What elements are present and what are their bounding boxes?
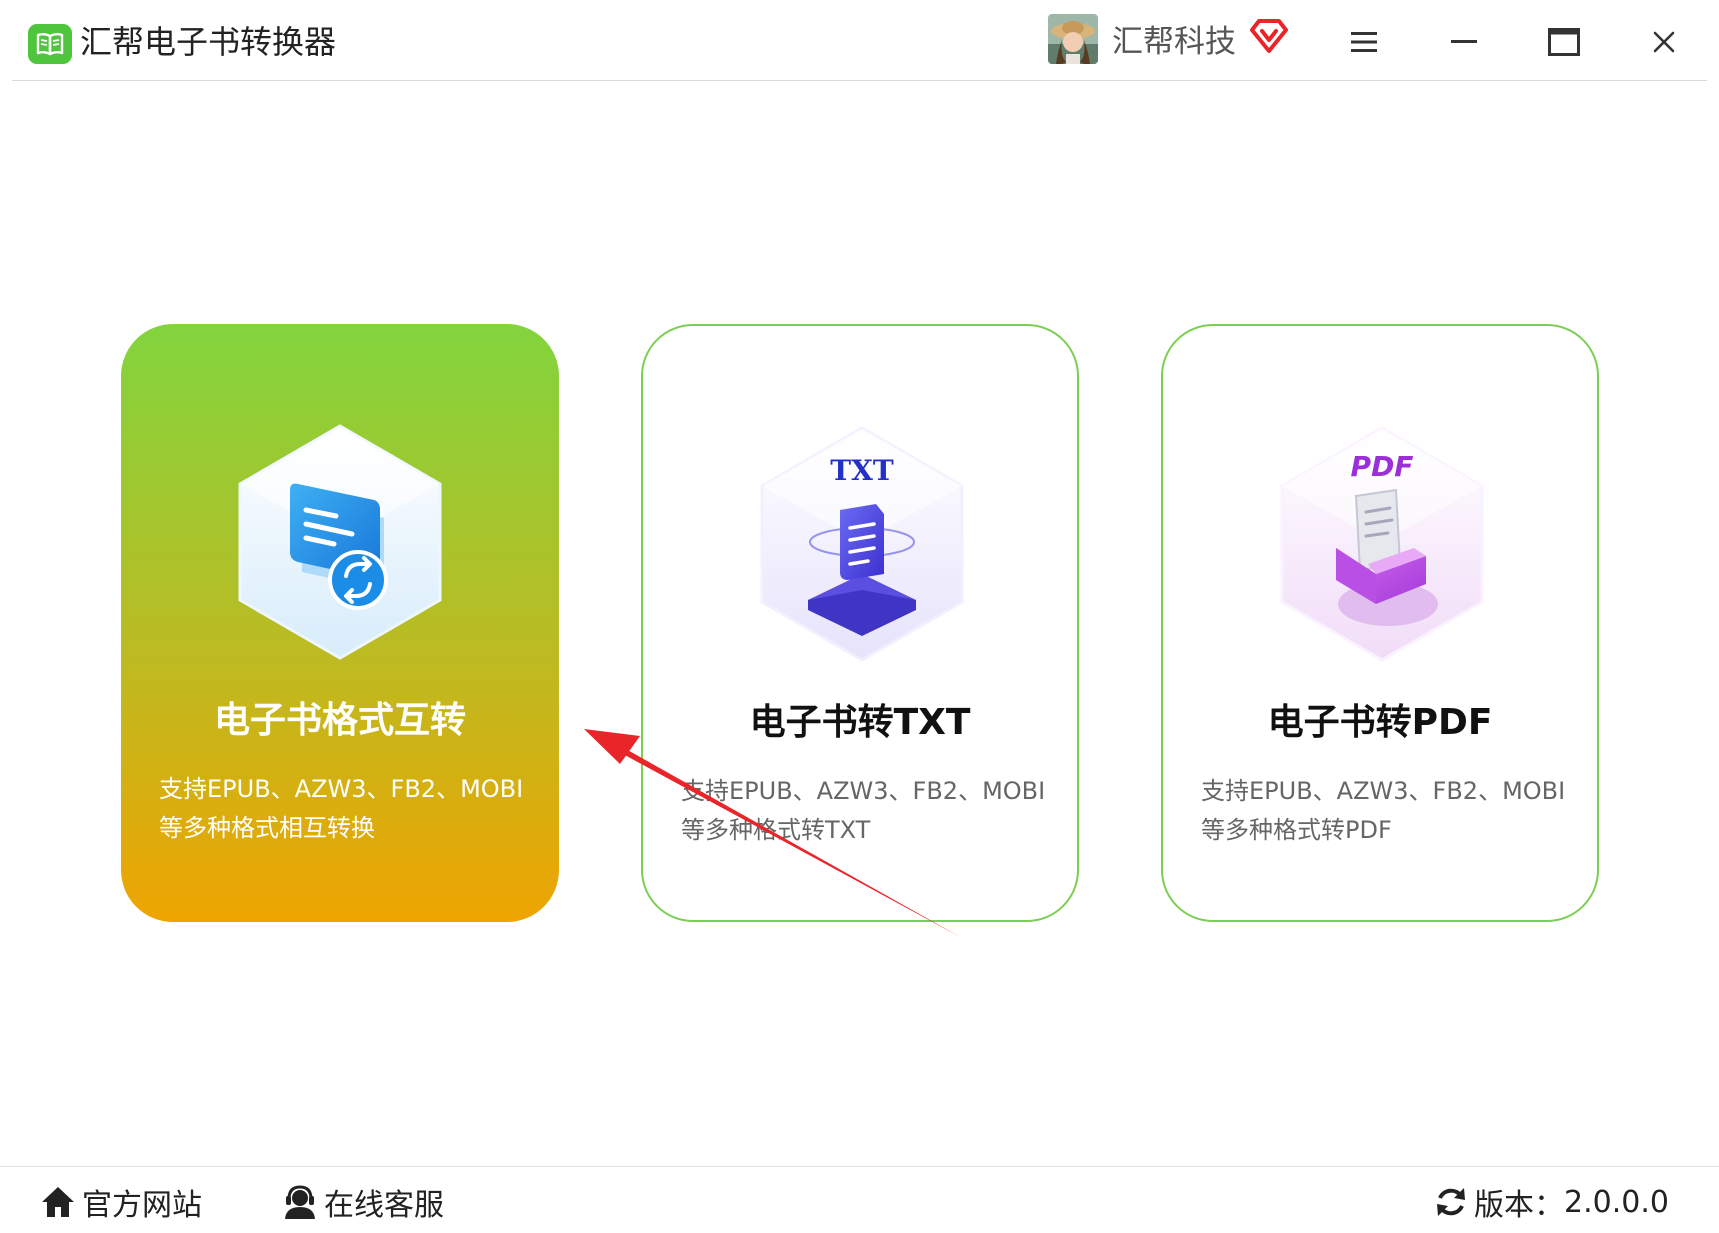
online-support-label: 在线客服 bbox=[324, 1188, 444, 1223]
title-divider bbox=[12, 80, 1707, 81]
refresh-icon[interactable] bbox=[1434, 1185, 1468, 1219]
card-desc-line: 支持EPUB、AZW3、FB2、MOBI bbox=[159, 775, 524, 803]
version-value: 2.0.0.0 bbox=[1564, 1184, 1669, 1220]
card-to-pdf[interactable]: PDF 电子书转PDF 支持EPUB、AZW3、FB2、MOBI 等多种格式转P… bbox=[1161, 324, 1599, 922]
headset-user-icon bbox=[285, 1185, 315, 1219]
online-support-link[interactable]: 在线客服 bbox=[282, 1178, 444, 1226]
diamond-vip-icon[interactable] bbox=[1250, 18, 1288, 54]
txt-document-icon: TXT bbox=[756, 424, 968, 664]
version-label: 版本： bbox=[1474, 1188, 1565, 1223]
app-title: 汇帮电子书转换器 bbox=[80, 23, 337, 61]
card-format-convert[interactable]: 电子书格式互转 支持EPUB、AZW3、FB2、MOBI 等多种格式相互转换 bbox=[121, 324, 559, 922]
card-description: 支持EPUB、AZW3、FB2、MOBI 等多种格式转PDF bbox=[1201, 772, 1573, 850]
card-desc-line: 等多种格式相互转换 bbox=[159, 814, 375, 842]
convert-document-icon bbox=[234, 422, 446, 662]
card-title: 电子书转TXT bbox=[749, 702, 971, 743]
card-to-txt[interactable]: TXT 电子书转TXT 支持EPUB、AZW3、FB2、MOBI 等多种格式转T… bbox=[641, 324, 1079, 922]
user-avatar[interactable] bbox=[1048, 14, 1098, 64]
footer-divider bbox=[0, 1166, 1719, 1167]
card-description: 支持EPUB、AZW3、FB2、MOBI 等多种格式相互转换 bbox=[159, 770, 535, 848]
card-description: 支持EPUB、AZW3、FB2、MOBI 等多种格式转TXT bbox=[681, 772, 1053, 850]
pdf-document-icon: PDF bbox=[1276, 424, 1488, 664]
version-info: 版本： 2.0.0.0 bbox=[1434, 1178, 1669, 1226]
hamburger-menu-icon[interactable] bbox=[1340, 18, 1388, 66]
close-icon[interactable] bbox=[1640, 18, 1688, 66]
card-desc-line: 等多种格式转TXT bbox=[681, 816, 871, 844]
minimize-icon[interactable] bbox=[1440, 18, 1488, 66]
official-website-link[interactable]: 官方网站 bbox=[40, 1178, 202, 1226]
card-title: 电子书格式互转 bbox=[213, 700, 466, 741]
maximize-icon[interactable] bbox=[1540, 18, 1588, 66]
book-logo-icon bbox=[28, 24, 72, 64]
card-title: 电子书转PDF bbox=[1267, 702, 1493, 743]
txt-label: TXT bbox=[830, 454, 894, 487]
card-desc-line: 支持EPUB、AZW3、FB2、MOBI bbox=[681, 777, 1046, 805]
card-desc-line: 等多种格式转PDF bbox=[1201, 816, 1392, 844]
pdf-label: PDF bbox=[1351, 450, 1414, 483]
official-website-label: 官方网站 bbox=[82, 1188, 202, 1223]
card-desc-line: 支持EPUB、AZW3、FB2、MOBI bbox=[1201, 777, 1566, 805]
home-icon bbox=[42, 1187, 74, 1217]
title-bar: 汇帮电子书转换器 汇帮科技 bbox=[0, 0, 1719, 80]
user-name[interactable]: 汇帮科技 bbox=[1112, 20, 1236, 64]
